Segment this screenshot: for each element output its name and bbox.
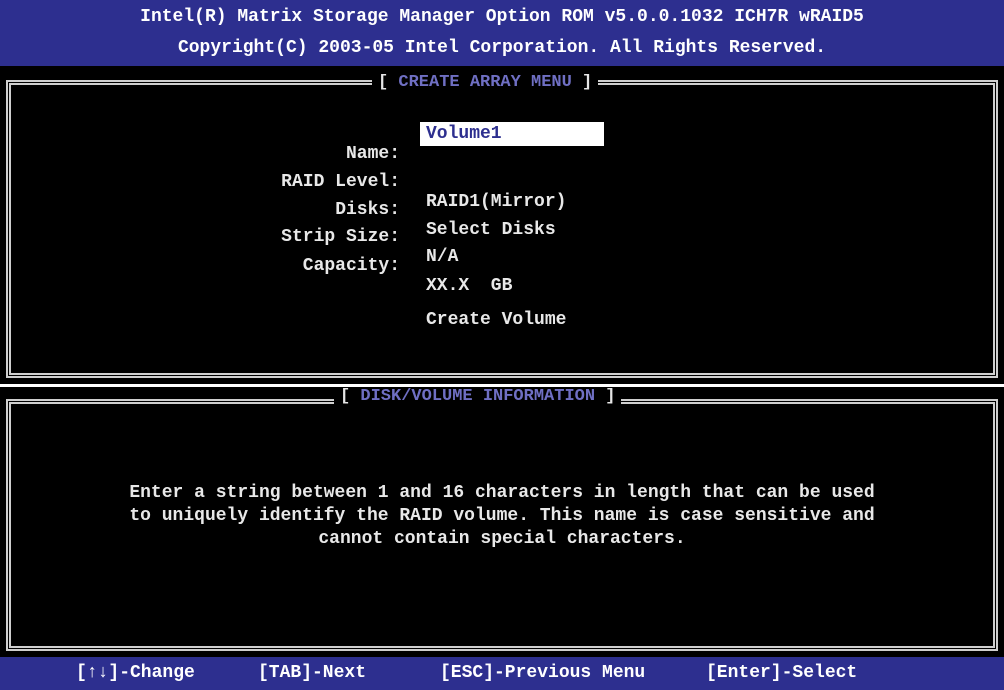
create-array-title: [ CREATE ARRAY MENU ]	[372, 73, 599, 92]
header-title: Intel(R) Matrix Storage Manager Option R…	[140, 7, 864, 27]
info-line-2: to uniquely identify the RAID volume. Th…	[129, 506, 875, 526]
footer-bar: [↑↓]-Change [TAB]-Next [ESC]-Previous Me…	[0, 657, 1004, 690]
info-text: Enter a string between 1 and 16 characte…	[0, 482, 1004, 551]
footer-select-hint: [Enter]-Select	[706, 663, 858, 683]
capacity-label: Capacity:	[302, 256, 400, 276]
header-copyright: Copyright(C) 2003-05 Intel Corporation. …	[177, 38, 827, 58]
name-input[interactable]: Volume1	[420, 122, 604, 146]
info-line-3: cannot contain special characters.	[318, 529, 686, 549]
strip-size-row[interactable]: Strip Size: N/A	[0, 207, 1004, 267]
create-array-panel: [ CREATE ARRAY MENU ] Name: Volume1 RAID…	[0, 66, 1004, 384]
footer-next-hint: [TAB]-Next	[258, 663, 367, 683]
capacity-row[interactable]: Capacity: XX.X GB	[0, 236, 1004, 296]
header-bar: Intel(R) Matrix Storage Manager Option R…	[0, 0, 1004, 66]
create-volume-row: Create Volume	[0, 290, 1004, 330]
info-line-1: Enter a string between 1 and 16 characte…	[129, 483, 875, 503]
disk-volume-info-title: [ DISK/VOLUME INFORMATION ]	[334, 387, 622, 406]
footer-previous-hint: [ESC]-Previous Menu	[440, 663, 646, 683]
create-volume-button[interactable]: Create Volume	[426, 310, 566, 330]
bios-screen: Intel(R) Matrix Storage Manager Option R…	[0, 0, 1004, 690]
footer-change-hint: [↑↓]-Change	[76, 663, 195, 683]
disks-row[interactable]: Disks: Select Disks	[0, 180, 1004, 240]
raid-level-row[interactable]: RAID Level: RAID1(Mirror)	[0, 152, 1004, 212]
disk-volume-info-panel: [ DISK/VOLUME INFORMATION ] Enter a stri…	[0, 387, 1004, 657]
